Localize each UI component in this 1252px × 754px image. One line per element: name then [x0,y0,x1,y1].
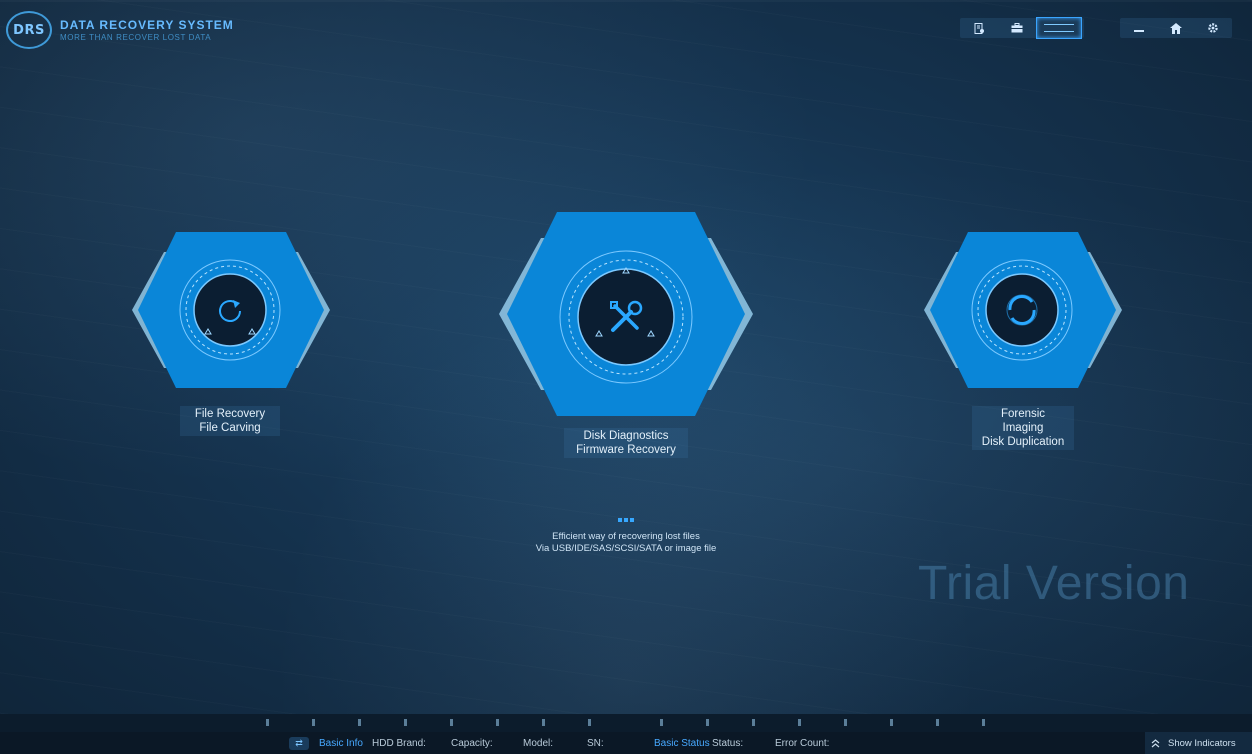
home-icon [1169,22,1182,34]
logo-badge: DRS [6,11,52,49]
indicator-tick [890,719,893,726]
loading-dots [618,518,634,522]
hdd-brand-label: HDD Brand: [372,738,426,749]
file-recovery-module[interactable] [126,230,336,390]
minimize-icon [1133,30,1144,32]
toolbox-button[interactable] [998,18,1036,38]
minimize-button[interactable] [1120,18,1157,38]
status-label: Status: [712,738,744,749]
home-button[interactable] [1157,18,1194,38]
toolbox-icon [1011,23,1023,33]
report-icon [974,22,984,34]
show-indicators-button[interactable]: Show Indicators [1145,732,1252,754]
sn-label: SN: [587,738,604,749]
capacity-label: Capacity: [451,738,493,749]
double-chevron-up-icon [1151,738,1160,747]
forensic-imaging-label: Forensic Imaging Disk Duplication [972,406,1074,450]
duplicate-cycle-icon [1006,294,1038,326]
show-indicators-label: Show Indicators [1168,737,1236,749]
swap-icon: ⇄ [295,738,303,748]
app-logo: DRS DATA RECOVERY SYSTEM MORE THAN RECOV… [6,11,234,49]
disk-diagnostics-label: Disk Diagnostics Firmware Recovery [564,428,688,458]
indicator-tick [798,719,801,726]
indicator-tick [936,719,939,726]
app-title: DATA RECOVERY SYSTEM [60,18,234,32]
settings-button[interactable] [1195,18,1232,38]
tools-icon [610,300,643,332]
error-count-label: Error Count: [775,738,830,749]
indicator-tick [542,719,545,726]
basic-info-tab[interactable]: Basic Info [319,738,363,749]
indicator-tick [752,719,755,726]
signal-button[interactable] [1036,17,1082,39]
indicator-tick [450,719,453,726]
indicator-tick [706,719,709,726]
report-button[interactable] [960,18,998,38]
toolbar-group [960,17,1084,39]
indicator-strip [0,714,1252,732]
signal-wave-icon [1044,24,1074,32]
indicator-tick [588,719,591,726]
indicator-tick [844,719,847,726]
swap-info-button[interactable]: ⇄ [289,737,309,750]
indicator-tick [358,719,361,726]
window-controls [1120,18,1232,38]
indicator-tick [266,719,269,726]
app-subtitle: MORE THAN RECOVER LOST DATA [60,33,212,42]
gear-icon [1208,23,1219,33]
indicator-tick [982,719,985,726]
refresh-icon [219,300,241,322]
status-bar: ⇄ Basic Info HDD Brand: Capacity: Model:… [0,732,1252,754]
tagline: Efficient way of recovering lost files V… [535,531,717,554]
trial-watermark: Trial Version [918,557,1190,610]
indicator-tick [312,719,315,726]
basic-status-tab[interactable]: Basic Status [654,738,710,749]
indicator-tick [496,719,499,726]
indicator-tick [404,719,407,726]
indicator-tick [660,719,663,726]
file-recovery-label: File Recovery File Carving [180,406,280,436]
forensic-imaging-module[interactable] [918,230,1128,390]
model-label: Model: [523,738,554,749]
disk-diagnostics-module[interactable] [493,210,759,418]
